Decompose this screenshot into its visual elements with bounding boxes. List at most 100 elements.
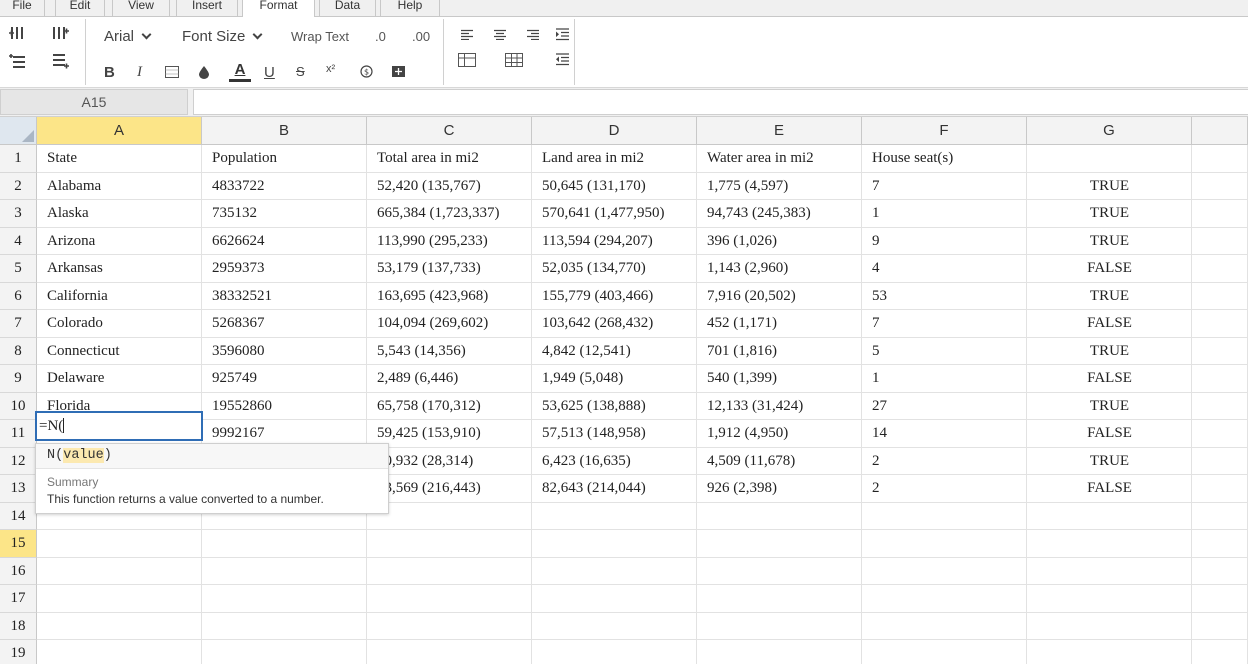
row-header[interactable]: 11 xyxy=(0,420,37,448)
data-cell[interactable]: 53,625 (138,888) xyxy=(532,393,697,420)
data-cell[interactable]: 4,509 (11,678) xyxy=(697,448,862,475)
row-header[interactable]: 14 xyxy=(0,502,37,530)
data-cell[interactable]: 113,990 (295,233) xyxy=(367,228,532,255)
data-cell[interactable]: 926 (2,398) xyxy=(697,475,862,502)
data-cell[interactable]: TRUE xyxy=(1027,283,1192,310)
data-cell[interactable]: 1,949 (5,048) xyxy=(532,365,697,392)
data-cell[interactable]: TRUE xyxy=(1027,393,1192,420)
column-header[interactable]: A xyxy=(37,117,202,145)
row-header[interactable]: 10 xyxy=(0,392,37,420)
tab-edit[interactable]: Edit xyxy=(55,0,105,17)
data-cell[interactable]: 103,642 (268,432) xyxy=(532,310,697,337)
name-box[interactable]: A15 xyxy=(0,89,188,115)
data-cell[interactable]: 83,569 (216,443) xyxy=(367,475,532,502)
data-cell[interactable]: Arkansas xyxy=(37,255,202,282)
data-cell[interactable]: 10,932 (28,314) xyxy=(367,448,532,475)
data-cell[interactable]: Alabama xyxy=(37,173,202,200)
data-cell[interactable]: 570,641 (1,477,950) xyxy=(532,200,697,227)
header-cell[interactable]: Total area in mi2 xyxy=(367,145,532,172)
table-grid-icon[interactable] xyxy=(504,51,524,69)
data-cell[interactable]: 4 xyxy=(862,255,1027,282)
column-header[interactable]: E xyxy=(697,117,862,145)
data-cell[interactable]: 9 xyxy=(862,228,1027,255)
data-cell[interactable]: 7,916 (20,502) xyxy=(697,283,862,310)
column-header[interactable]: B xyxy=(202,117,367,145)
insert-column-left-icon[interactable] xyxy=(6,24,30,44)
data-cell[interactable]: 7 xyxy=(862,310,1027,337)
formula-input[interactable] xyxy=(193,89,1248,115)
header-cell[interactable]: Water area in mi2 xyxy=(697,145,862,172)
row-header[interactable]: 12 xyxy=(0,447,37,475)
row-header[interactable]: 1 xyxy=(0,145,37,173)
align-right-icon[interactable] xyxy=(524,26,542,42)
data-cell[interactable]: 53,179 (137,733) xyxy=(367,255,532,282)
data-cell[interactable]: 155,779 (403,466) xyxy=(532,283,697,310)
data-cell[interactable]: FALSE xyxy=(1027,310,1192,337)
data-cell[interactable]: 1 xyxy=(862,365,1027,392)
data-cell[interactable]: TRUE xyxy=(1027,448,1192,475)
data-cell[interactable]: TRUE xyxy=(1027,338,1192,365)
font-color-button[interactable]: A xyxy=(228,59,252,83)
data-cell[interactable]: Arizona xyxy=(37,228,202,255)
data-cell[interactable]: 4833722 xyxy=(202,173,367,200)
increase-decimal-button[interactable]: .00 xyxy=(412,29,430,44)
fill-color-icon[interactable] xyxy=(195,63,213,80)
data-cell[interactable]: 7 xyxy=(862,173,1027,200)
borders-icon[interactable] xyxy=(163,63,181,80)
data-cell[interactable]: 925749 xyxy=(202,365,367,392)
row-header[interactable]: 8 xyxy=(0,337,37,365)
data-cell[interactable]: 665,384 (1,723,337) xyxy=(367,200,532,227)
row-header[interactable]: 18 xyxy=(0,612,37,640)
data-cell[interactable]: 396 (1,026) xyxy=(697,228,862,255)
data-cell[interactable]: 59,425 (153,910) xyxy=(367,420,532,447)
row-header[interactable]: 5 xyxy=(0,255,37,283)
data-cell[interactable]: FALSE xyxy=(1027,475,1192,502)
row-header[interactable]: 7 xyxy=(0,310,37,338)
data-cell[interactable]: 735132 xyxy=(202,200,367,227)
row-header[interactable]: 17 xyxy=(0,585,37,613)
data-cell[interactable]: TRUE xyxy=(1027,173,1192,200)
data-cell[interactable]: 2,489 (6,446) xyxy=(367,365,532,392)
function-autocomplete-popup[interactable]: N(value) Summary This function returns a… xyxy=(35,443,389,514)
row-header[interactable]: 3 xyxy=(0,200,37,228)
data-cell[interactable]: 38332521 xyxy=(202,283,367,310)
tab-format[interactable]: Format xyxy=(242,0,315,18)
data-cell[interactable]: 5,543 (14,356) xyxy=(367,338,532,365)
column-header[interactable]: D xyxy=(532,117,697,145)
insert-row-above-icon[interactable] xyxy=(6,51,30,71)
data-cell[interactable]: TRUE xyxy=(1027,200,1192,227)
data-cell[interactable]: 6,423 (16,635) xyxy=(532,448,697,475)
data-cell[interactable]: 452 (1,171) xyxy=(697,310,862,337)
spreadsheet-grid[interactable]: A B C D E F G 1 2 3 4 5 6 7 8 9 10 11 12 13 14 15 16 17 18 19 Stat… xyxy=(0,117,1248,664)
tab-insert[interactable]: Insert xyxy=(176,0,238,17)
data-cell[interactable]: 1,912 (4,950) xyxy=(697,420,862,447)
row-header[interactable]: 2 xyxy=(0,172,37,200)
decrease-decimal-button[interactable]: .0 xyxy=(375,29,386,44)
tab-file[interactable]: File xyxy=(0,0,45,17)
header-cell[interactable]: State xyxy=(37,145,202,172)
strikethrough-button[interactable]: S xyxy=(296,64,305,79)
data-cell[interactable]: 52,420 (135,767) xyxy=(367,173,532,200)
row-header[interactable]: 13 xyxy=(0,475,37,503)
tab-data[interactable]: Data xyxy=(319,0,376,17)
data-cell[interactable]: 104,094 (269,602) xyxy=(367,310,532,337)
data-cell[interactable]: FALSE xyxy=(1027,420,1192,447)
currency-icon[interactable]: $ xyxy=(357,63,375,80)
row-header[interactable]: 4 xyxy=(0,227,37,255)
column-header[interactable]: C xyxy=(367,117,532,145)
data-cell[interactable]: FALSE xyxy=(1027,255,1192,282)
tab-view[interactable]: View xyxy=(112,0,170,17)
underline-button[interactable]: U xyxy=(264,64,275,81)
data-cell[interactable]: 82,643 (214,044) xyxy=(532,475,697,502)
data-cell[interactable]: 1,143 (2,960) xyxy=(697,255,862,282)
data-cell[interactable]: 14 xyxy=(862,420,1027,447)
data-cell[interactable]: FALSE xyxy=(1027,365,1192,392)
row-header[interactable]: 6 xyxy=(0,282,37,310)
data-cell[interactable]: 6626624 xyxy=(202,228,367,255)
data-cell[interactable]: 2 xyxy=(862,448,1027,475)
data-cell[interactable]: 52,035 (134,770) xyxy=(532,255,697,282)
data-cell[interactable]: California xyxy=(37,283,202,310)
indent-increase-icon[interactable] xyxy=(553,26,571,42)
data-cell[interactable]: 5 xyxy=(862,338,1027,365)
data-cell[interactable]: 94,743 (245,383) xyxy=(697,200,862,227)
